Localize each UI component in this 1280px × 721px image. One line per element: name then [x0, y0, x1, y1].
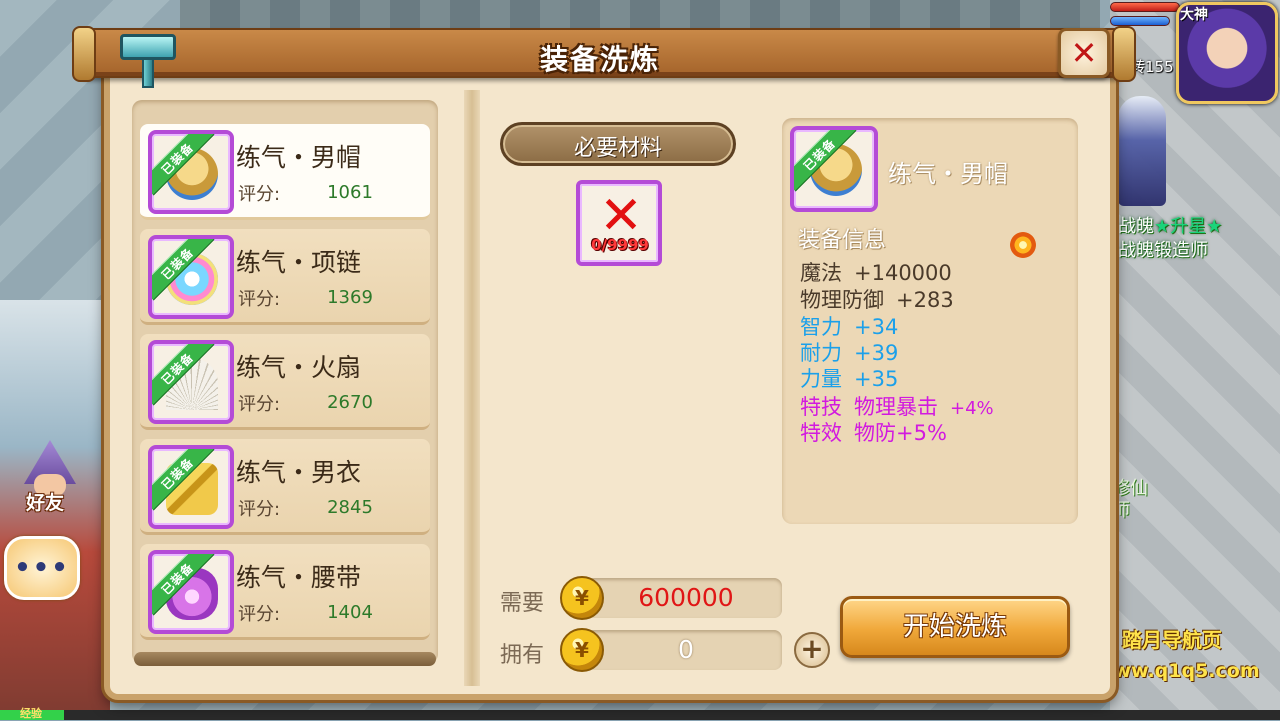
item-icon-frame: 已装备 — [148, 130, 234, 214]
stat-label: 魔法 — [800, 261, 842, 285]
have-value: 0 — [678, 635, 694, 664]
npc-name[interactable]: 战魄锻造师 — [1118, 236, 1208, 262]
item-score: 1061 — [327, 182, 373, 203]
item-score: 1369 — [327, 287, 373, 308]
avatar-name: 大神 — [1180, 7, 1208, 23]
mp-bar — [1110, 16, 1170, 26]
stat-row: 物理防御 +283 — [800, 284, 954, 314]
add-gold-button[interactable]: + — [794, 632, 830, 668]
experience-label: 经验 — [20, 707, 42, 720]
equipment-item-hat[interactable]: 已装备 练气・男帽 评分: 1061 — [140, 124, 430, 220]
experience-bar — [0, 710, 1280, 720]
title-bar-cap-right — [1112, 26, 1136, 82]
swirl-icon — [1010, 232, 1036, 258]
item-name: 练气・项链 — [236, 248, 362, 277]
dialog-title: 装备洗炼 — [539, 43, 660, 76]
special-effect-row: 特效 物防+5% — [800, 417, 947, 447]
title-bar-cap-left — [72, 26, 96, 82]
list-scroll-edge[interactable] — [134, 652, 436, 666]
stat-label: 物理防御 — [800, 288, 884, 312]
need-value: 600000 — [638, 583, 734, 612]
have-label: 拥有 — [500, 643, 545, 668]
close-button[interactable]: ✕ — [1058, 28, 1110, 78]
friends-label: 好友 — [26, 492, 65, 514]
detail-item-name: 练气・男帽 — [888, 160, 1008, 188]
detail-item-icon-frame: 已装备 — [790, 126, 878, 212]
chat-button[interactable]: ••• — [4, 536, 80, 600]
stat-extra: +4% — [950, 398, 994, 419]
item-score-label: 评分: — [238, 604, 281, 625]
hammer-icon — [120, 28, 180, 88]
stat-row: 力量 +35 — [800, 363, 898, 393]
item-score-label: 评分: — [238, 499, 281, 520]
hammer-head — [120, 34, 176, 60]
item-score-label: 评分: — [238, 289, 281, 310]
stat-value: +140000 — [854, 261, 952, 285]
rebirth-level: 转155 — [1130, 58, 1174, 76]
item-name: 练气・火扇 — [236, 353, 362, 382]
item-name: 练气・男帽 — [236, 143, 362, 172]
npc-title-star: ★升星★ — [1154, 216, 1223, 237]
item-score: 2670 — [327, 392, 373, 413]
equipment-item-belt[interactable]: 已装备 练气・腰带 评分: 1404 — [140, 544, 430, 640]
equipment-item-necklace[interactable]: 已装备 练气・项链 评分: 1369 — [140, 229, 430, 325]
equipment-item-robe[interactable]: 已装备 练气・男衣 评分: 2845 — [140, 439, 430, 535]
hammer-handle — [142, 58, 154, 88]
item-icon-frame: 已装备 — [148, 340, 234, 424]
item-name: 练气・腰带 — [236, 563, 362, 592]
stat-row: 魔法 +140000 — [800, 257, 952, 287]
stat-value: +283 — [896, 288, 954, 312]
friends-button[interactable]: 好友 — [14, 440, 86, 516]
start-refine-button[interactable]: 开始洗炼 — [840, 596, 1070, 658]
npc-character[interactable] — [1118, 96, 1166, 206]
item-score: 1404 — [327, 602, 373, 623]
item-icon-frame: 已装备 — [148, 550, 234, 634]
watermark-url: www.q1q5.com — [1096, 660, 1260, 682]
npc-title[interactable]: 战魄★升星★ — [1118, 212, 1222, 238]
material-count: 0/9999 — [591, 236, 649, 254]
stat-value: +34 — [854, 315, 899, 339]
item-icon-frame: 已装备 — [148, 235, 234, 319]
stat-value: +39 — [854, 341, 899, 365]
need-label: 需要 — [500, 591, 545, 616]
npc-title-name: 战魄 — [1118, 216, 1154, 237]
item-score-label: 评分: — [238, 394, 281, 415]
gold-coin-icon: ¥ — [560, 628, 604, 672]
item-name: 练气・男衣 — [236, 458, 362, 487]
materials-header-label: 必要材料 — [573, 136, 662, 161]
watermark-title: 踏月导航页 — [1122, 628, 1222, 652]
item-score: 2845 — [327, 497, 373, 518]
item-score-label: 评分: — [238, 184, 281, 205]
stat-value: 物防+5% — [854, 421, 947, 445]
equipment-item-fan[interactable]: 已装备 练气・火扇 评分: 2670 — [140, 334, 430, 430]
close-icon: ✕ — [1070, 34, 1098, 72]
plus-icon: + — [800, 632, 824, 665]
equipment-info-heading: 装备信息 — [798, 228, 887, 253]
stat-label: 力量 — [800, 367, 842, 391]
stat-label: 特效 — [800, 421, 842, 445]
panel-divider — [464, 90, 480, 686]
hp-bar — [1110, 2, 1180, 12]
gold-coin-icon: ¥ — [560, 576, 604, 620]
stat-value: +35 — [854, 367, 899, 391]
item-icon-frame: 已装备 — [148, 445, 234, 529]
chat-dots-icon: ••• — [14, 553, 70, 583]
